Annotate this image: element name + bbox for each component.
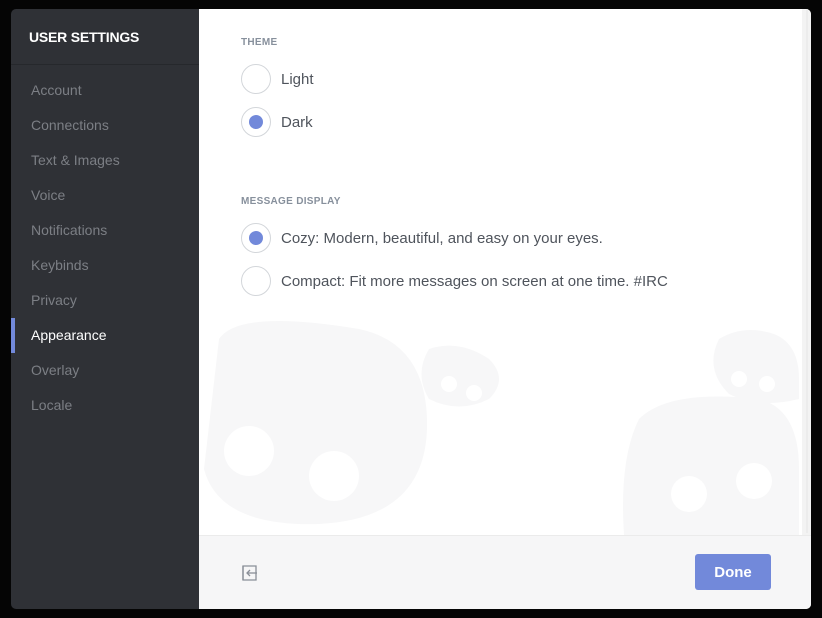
message-display-section-title: MESSAGE DISPLAY xyxy=(241,196,341,207)
settings-window: USER SETTINGS Account Connections Text &… xyxy=(11,9,811,609)
sidebar-title: USER SETTINGS xyxy=(11,9,199,65)
theme-option-light[interactable]: Light xyxy=(241,64,314,94)
display-option-cozy[interactable]: Cozy: Modern, beautiful, and easy on you… xyxy=(241,223,603,253)
theme-option-light-label: Light xyxy=(281,70,314,88)
radio-button[interactable] xyxy=(241,64,271,94)
sidebar-nav: Account Connections Text & Images Voice … xyxy=(11,73,199,423)
sidebar-item-notifications[interactable]: Notifications xyxy=(11,213,199,248)
sidebar-item-voice[interactable]: Voice xyxy=(11,178,199,213)
settings-content: THEME Light Dark MESSAGE DISPLAY Cozy: M… xyxy=(199,9,811,609)
sidebar-item-keybinds[interactable]: Keybinds xyxy=(11,248,199,283)
exit-icon[interactable] xyxy=(241,564,259,582)
background-illustration xyxy=(204,321,799,535)
scrollbar[interactable] xyxy=(802,9,811,535)
done-button[interactable]: Done xyxy=(695,554,771,590)
sidebar: USER SETTINGS Account Connections Text &… xyxy=(11,9,199,609)
theme-option-dark[interactable]: Dark xyxy=(241,107,313,137)
display-option-compact-label: Compact: Fit more messages on screen at … xyxy=(281,272,668,290)
sidebar-item-overlay[interactable]: Overlay xyxy=(11,353,199,388)
sidebar-item-account[interactable]: Account xyxy=(11,73,199,108)
sidebar-item-privacy[interactable]: Privacy xyxy=(11,283,199,318)
sidebar-item-text-images[interactable]: Text & Images xyxy=(11,143,199,178)
theme-option-dark-label: Dark xyxy=(281,113,313,131)
display-option-cozy-label: Cozy: Modern, beautiful, and easy on you… xyxy=(281,229,603,247)
scrollbar-track xyxy=(806,9,808,533)
settings-footer: Done xyxy=(199,535,811,609)
radio-button-selected[interactable] xyxy=(241,107,271,137)
sidebar-item-connections[interactable]: Connections xyxy=(11,108,199,143)
sidebar-item-locale[interactable]: Locale xyxy=(11,388,199,423)
radio-button-selected[interactable] xyxy=(241,223,271,253)
sidebar-item-appearance[interactable]: Appearance xyxy=(11,318,199,353)
theme-section-title: THEME xyxy=(241,37,278,48)
display-option-compact[interactable]: Compact: Fit more messages on screen at … xyxy=(241,266,668,296)
radio-button[interactable] xyxy=(241,266,271,296)
